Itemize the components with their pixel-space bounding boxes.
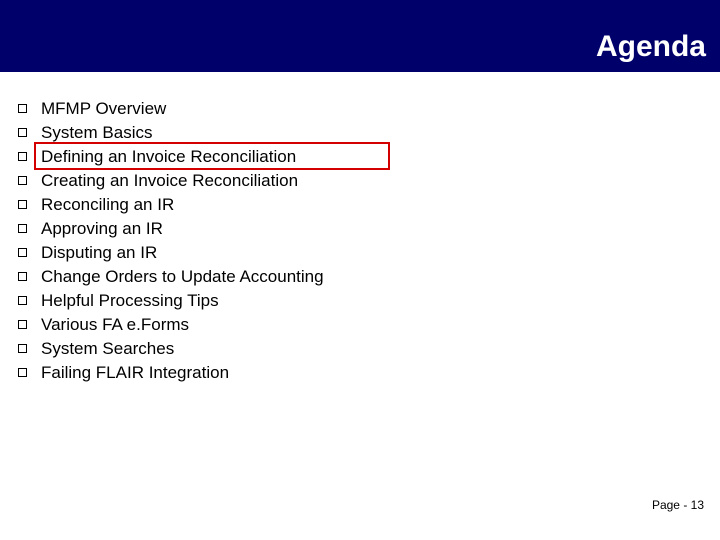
- list-item-label: Various FA e.Forms: [41, 316, 189, 333]
- list-item: Various FA e.Forms: [18, 312, 720, 336]
- square-bullet-icon: [18, 272, 27, 281]
- list-item-label: Approving an IR: [41, 220, 163, 237]
- list-item: Failing FLAIR Integration: [18, 360, 720, 384]
- list-item: Approving an IR: [18, 216, 720, 240]
- list-item-label: Change Orders to Update Accounting: [41, 268, 324, 285]
- square-bullet-icon: [18, 200, 27, 209]
- square-bullet-icon: [18, 128, 27, 137]
- square-bullet-icon: [18, 320, 27, 329]
- slide-header: Agenda: [0, 0, 720, 72]
- square-bullet-icon: [18, 344, 27, 353]
- list-item: System Basics: [18, 120, 720, 144]
- list-item: System Searches: [18, 336, 720, 360]
- list-item: Creating an Invoice Reconciliation: [18, 168, 720, 192]
- list-item-label: Failing FLAIR Integration: [41, 364, 229, 381]
- list-item-label: System Basics: [41, 124, 152, 141]
- list-item-label: Helpful Processing Tips: [41, 292, 219, 309]
- square-bullet-icon: [18, 176, 27, 185]
- list-item: Helpful Processing Tips: [18, 288, 720, 312]
- square-bullet-icon: [18, 152, 27, 161]
- list-item-label: Reconciling an IR: [41, 196, 174, 213]
- list-item: Disputing an IR: [18, 240, 720, 264]
- square-bullet-icon: [18, 248, 27, 257]
- list-item-label: Defining an Invoice Reconciliation: [41, 148, 296, 165]
- square-bullet-icon: [18, 224, 27, 233]
- square-bullet-icon: [18, 368, 27, 377]
- list-item: MFMP Overview: [18, 96, 720, 120]
- list-item-label: Disputing an IR: [41, 244, 157, 261]
- list-item: Change Orders to Update Accounting: [18, 264, 720, 288]
- agenda-list: MFMP Overview System Basics Defining an …: [0, 72, 720, 384]
- page-number: Page - 13: [652, 498, 704, 512]
- square-bullet-icon: [18, 104, 27, 113]
- list-item-label: Creating an Invoice Reconciliation: [41, 172, 298, 189]
- list-item: Reconciling an IR: [18, 192, 720, 216]
- square-bullet-icon: [18, 296, 27, 305]
- list-item: Defining an Invoice Reconciliation: [18, 144, 720, 168]
- slide-title: Agenda: [596, 30, 706, 64]
- list-item-label: System Searches: [41, 340, 174, 357]
- list-item-label: MFMP Overview: [41, 100, 166, 117]
